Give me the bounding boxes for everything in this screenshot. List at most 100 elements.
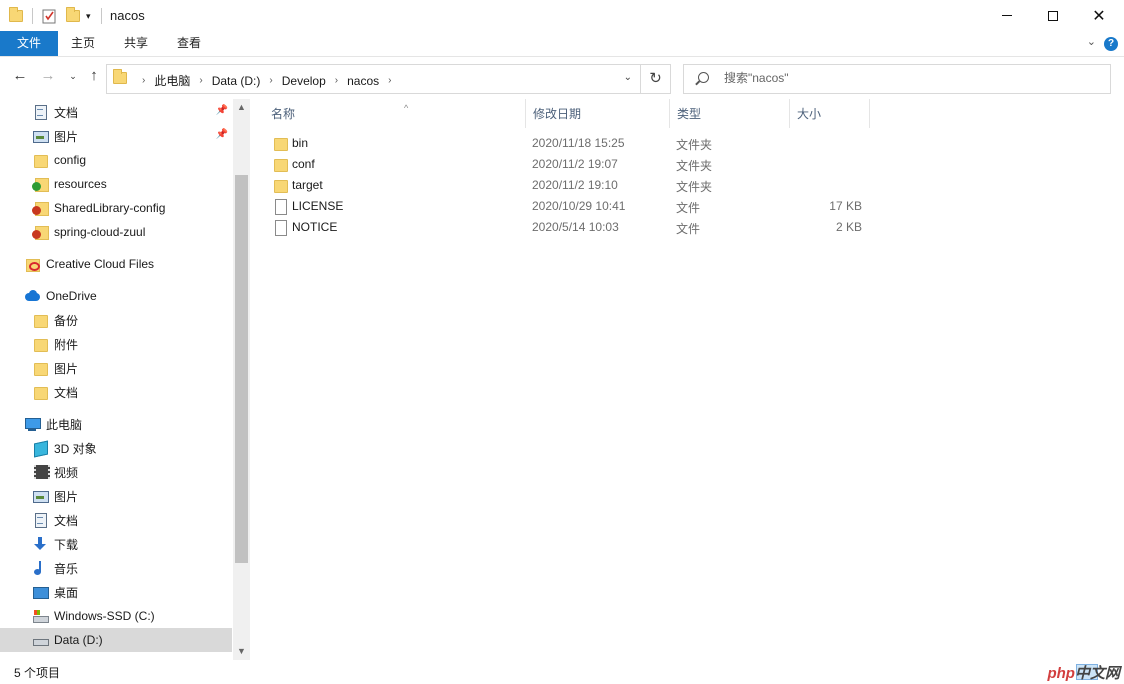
- nav-item-config[interactable]: config: [0, 148, 232, 172]
- help-icon[interactable]: ?: [1104, 37, 1118, 51]
- nav-item-3d-objects[interactable]: 3D 对象: [0, 436, 232, 460]
- maximize-button[interactable]: [1030, 0, 1076, 31]
- nav-item-label: Creative Cloud Files: [46, 257, 155, 271]
- nav-item-music[interactable]: 音乐: [0, 556, 232, 580]
- scroll-up-icon[interactable]: ▲: [233, 99, 250, 116]
- file-date: 2020/10/29 10:41: [532, 199, 626, 213]
- nav-item-quick-pictures[interactable]: 图片 📌: [0, 124, 232, 148]
- search-box[interactable]: [683, 64, 1111, 94]
- file-size: 2 KB: [835, 220, 862, 234]
- nav-item-windows-ssd[interactable]: Windows-SSD (C:): [0, 604, 232, 628]
- address-bar[interactable]: › 此电脑 › Data (D:) › Develop › nacos › ⌄: [106, 64, 641, 94]
- scroll-down-icon[interactable]: ▼: [233, 643, 250, 660]
- folder-sync-error-icon: [32, 200, 49, 216]
- nav-item-quick-documents[interactable]: 文档 📌: [0, 100, 232, 124]
- address-history-dropdown[interactable]: ⌄: [624, 72, 632, 83]
- new-folder-icon[interactable]: [66, 7, 80, 25]
- picture-icon: [32, 488, 49, 504]
- nav-item-data-drive[interactable]: Data (D:): [0, 628, 232, 652]
- tab-file[interactable]: 文件: [0, 31, 58, 56]
- document-icon: [32, 104, 48, 120]
- file-row-conf[interactable]: conf 2020/11/2 19:07 文件夹: [262, 154, 1122, 175]
- column-header-date[interactable]: 修改日期: [526, 99, 670, 128]
- column-header-type[interactable]: 类型: [670, 99, 790, 128]
- tab-share[interactable]: 共享: [110, 31, 162, 56]
- folder-icon: [272, 177, 288, 193]
- nav-item-label: 附件: [54, 337, 79, 352]
- breadcrumb-separator-icon[interactable]: ›: [199, 75, 202, 86]
- back-button[interactable]: ←: [10, 67, 30, 84]
- 3d-objects-icon: [32, 440, 48, 456]
- search-input[interactable]: [724, 71, 1094, 85]
- column-header-label: 名称: [271, 107, 296, 121]
- forward-button[interactable]: →: [38, 67, 58, 84]
- picture-icon: [32, 128, 49, 144]
- nav-item-onedrive-documents[interactable]: 文档: [0, 380, 232, 404]
- folder-icon: [32, 384, 48, 400]
- file-type: 文件: [676, 201, 701, 215]
- file-list: 名称 ^ 修改日期 类型 大小 bin 2020/11/18 15:25 文件夹…: [250, 99, 1124, 660]
- nav-item-onedrive-pictures[interactable]: 图片: [0, 356, 232, 380]
- breadcrumb-data-drive[interactable]: Data (D:): [212, 74, 261, 88]
- minimize-button[interactable]: [984, 0, 1030, 31]
- breadcrumb-develop[interactable]: Develop: [282, 74, 326, 88]
- properties-icon[interactable]: [42, 7, 56, 25]
- nav-item-label: Windows-SSD (C:): [54, 609, 155, 623]
- nav-item-label: 文档: [54, 513, 79, 528]
- nav-item-spring-cloud-zuul[interactable]: spring-cloud-zuul: [0, 220, 232, 244]
- nav-item-downloads[interactable]: 下载: [0, 532, 232, 556]
- column-header-name[interactable]: 名称 ^: [264, 99, 526, 128]
- watermark-php: php: [1047, 665, 1075, 682]
- customize-toolbar-dropdown[interactable]: ▾: [86, 7, 91, 25]
- onedrive-icon: [24, 288, 40, 304]
- file-date: 2020/5/14 10:03: [532, 220, 619, 234]
- nav-item-label: 文档: [54, 105, 79, 120]
- nav-item-attachments[interactable]: 附件: [0, 332, 232, 356]
- nav-item-pictures[interactable]: 图片: [0, 484, 232, 508]
- title-bar: ▾ nacos ✕: [0, 0, 1124, 31]
- nav-item-documents[interactable]: 文档: [0, 508, 232, 532]
- expand-ribbon-chevron-icon[interactable]: ⌄: [1087, 35, 1096, 48]
- pin-icon[interactable]: 📌: [216, 105, 228, 116]
- breadcrumb-this-pc[interactable]: 此电脑: [154, 72, 190, 89]
- nav-item-backup[interactable]: 备份: [0, 308, 232, 332]
- close-button[interactable]: ✕: [1076, 0, 1122, 31]
- tab-view[interactable]: 查看: [164, 31, 214, 56]
- nav-item-creative-cloud[interactable]: Creative Cloud Files: [0, 252, 232, 276]
- folder-sync-error-icon: [32, 224, 49, 240]
- breadcrumb-separator-icon[interactable]: ›: [388, 75, 391, 86]
- nav-item-videos[interactable]: 视频: [0, 460, 232, 484]
- desktop-icon: [32, 584, 49, 600]
- nav-item-label: 音乐: [54, 561, 79, 576]
- file-row-license[interactable]: LICENSE 2020/10/29 10:41 文件 17 KB: [262, 196, 1122, 217]
- nav-item-label: 图片: [54, 489, 79, 504]
- breadcrumb-separator-icon[interactable]: ›: [269, 75, 272, 86]
- navigation-pane: 文档 📌 图片 📌 config resources SharedLibrary…: [0, 99, 250, 660]
- tab-home[interactable]: 主页: [58, 31, 108, 56]
- refresh-button[interactable]: ↻: [641, 64, 671, 94]
- nav-item-this-pc[interactable]: 此电脑: [0, 412, 232, 436]
- breadcrumb-separator-icon[interactable]: ›: [335, 75, 338, 86]
- folder-icon: [272, 156, 288, 172]
- scrollbar-thumb[interactable]: [235, 175, 248, 563]
- video-icon: [32, 464, 50, 480]
- file-row-notice[interactable]: NOTICE 2020/5/14 10:03 文件 2 KB: [262, 217, 1122, 238]
- breadcrumb-nacos[interactable]: nacos: [347, 74, 379, 88]
- nav-item-label: 文档: [54, 385, 79, 400]
- nav-pane-scrollbar[interactable]: ▲ ▼: [233, 99, 250, 660]
- file-row-bin[interactable]: bin 2020/11/18 15:25 文件夹: [262, 133, 1122, 154]
- file-row-target[interactable]: target 2020/11/2 19:10 文件夹: [262, 175, 1122, 196]
- creative-cloud-icon: [24, 256, 40, 272]
- pin-icon[interactable]: 📌: [216, 129, 228, 140]
- up-button[interactable]: ↑: [84, 67, 104, 84]
- breadcrumb: › 此电脑 › Data (D:) › Develop › nacos ›: [133, 72, 400, 89]
- nav-item-resources[interactable]: resources: [0, 172, 232, 196]
- column-header-size[interactable]: 大小: [790, 99, 870, 128]
- nav-item-sharedlibrary-config[interactable]: SharedLibrary-config: [0, 196, 232, 220]
- file-icon: [272, 198, 288, 215]
- nav-item-onedrive[interactable]: OneDrive: [0, 284, 232, 308]
- nav-item-label: resources: [54, 177, 107, 191]
- nav-item-desktop[interactable]: 桌面: [0, 580, 232, 604]
- recent-locations-dropdown[interactable]: ⌄: [63, 71, 83, 82]
- breadcrumb-separator-icon[interactable]: ›: [142, 75, 145, 86]
